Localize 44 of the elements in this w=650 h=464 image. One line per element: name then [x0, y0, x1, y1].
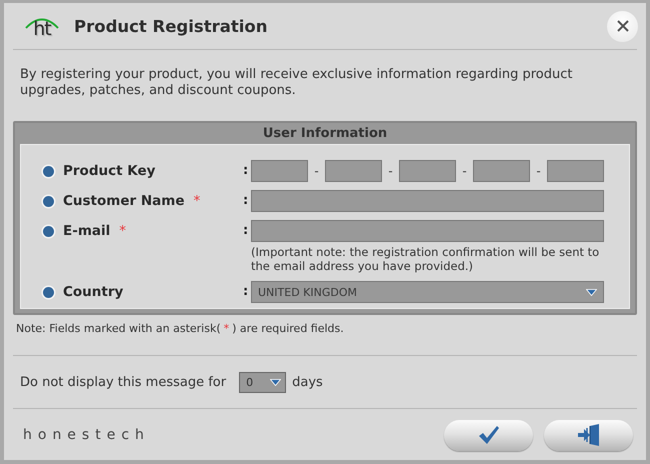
key-segment-field[interactable]	[251, 160, 308, 182]
field-label: Product Key	[63, 163, 156, 179]
days-label: days	[292, 374, 323, 390]
required-asterisk: *	[194, 193, 200, 209]
brand-name: honestech	[23, 427, 150, 443]
dropdown-arrow-icon	[586, 288, 597, 296]
key-segment-field[interactable]	[547, 160, 604, 182]
dropdown-arrow-icon	[270, 378, 282, 386]
confirm-button[interactable]	[444, 420, 533, 450]
field-label: Customer Name	[63, 193, 184, 209]
colon: :	[243, 222, 248, 240]
separator: -	[462, 164, 467, 178]
required-asterisk: *	[119, 223, 126, 239]
checkmark-icon	[478, 425, 500, 445]
days-dropdown[interactable]: 0	[239, 372, 286, 392]
key-segment-field[interactable]	[399, 160, 456, 182]
window-title: Product Registration	[74, 16, 269, 36]
colon: :	[243, 192, 248, 210]
separator: -	[388, 164, 393, 178]
bullet-dot	[43, 226, 54, 236]
colon: :	[243, 162, 248, 180]
field-label: Country	[63, 284, 124, 300]
field-label: E-mail	[63, 223, 110, 239]
key-segment-field[interactable]	[325, 160, 382, 182]
country-dropdown[interactable]: UNITED KINGDOM	[251, 281, 604, 303]
required-note: Note: Fields marked with an asterisk( * ) are required fields.	[16, 322, 345, 335]
exit-door-icon	[576, 424, 600, 446]
section-title: User Information	[262, 126, 388, 141]
separator: -	[536, 164, 541, 178]
bullet-dot	[43, 166, 54, 176]
close-icon	[616, 20, 628, 32]
bullet-dot	[43, 286, 54, 298]
intro-text: By registering your product, you will receive exclusive information regarding product upgrades, patches, and discount coupons.	[20, 67, 574, 99]
close-button[interactable]	[607, 10, 638, 42]
input-field[interactable]	[251, 220, 604, 242]
hint-text: (Important note: the registration confirmation will be sent to the email address you have provided.)	[251, 245, 600, 273]
reminder-label: Do not display this message for	[20, 374, 226, 390]
colon: :	[243, 283, 248, 301]
bullet-dot	[43, 196, 54, 206]
key-segment-field[interactable]	[473, 160, 530, 182]
exit-button[interactable]	[544, 420, 633, 450]
logo: ht	[24, 13, 60, 39]
separator: -	[314, 164, 319, 178]
input-field[interactable]	[251, 190, 604, 212]
